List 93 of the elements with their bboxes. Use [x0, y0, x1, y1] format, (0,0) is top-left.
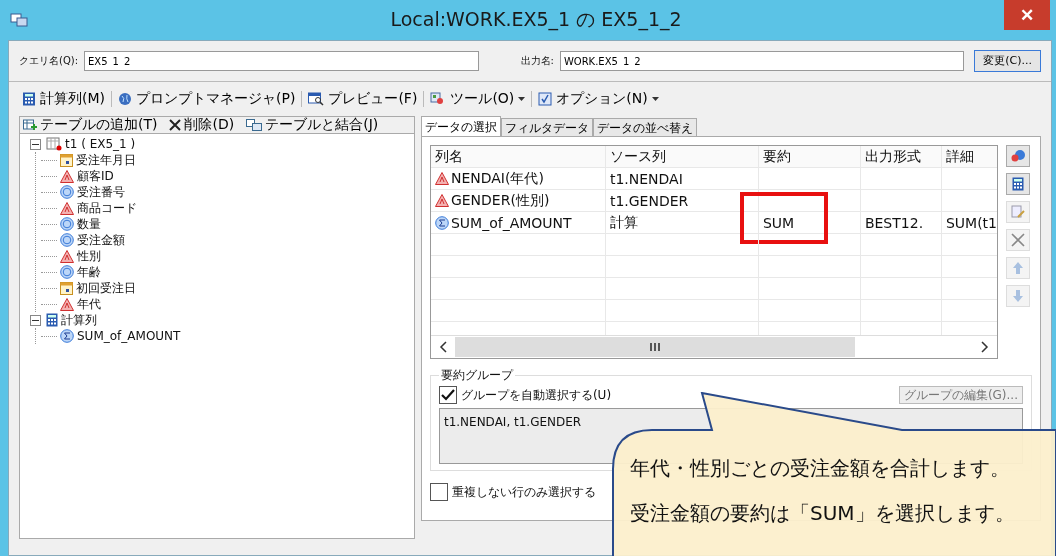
scroll-left-icon[interactable]: [438, 341, 447, 353]
tree-item[interactable]: 数量: [77, 215, 101, 233]
triangle-icon: [60, 169, 74, 183]
toolbar-button[interactable]: プロンプトマネージャ(P): [115, 90, 299, 108]
tab[interactable]: データの並べ替え: [592, 118, 697, 136]
globe-icon: [118, 92, 132, 106]
checkbox[interactable]: [429, 483, 448, 501]
horizontal-scrollbar[interactable]: [430, 335, 997, 358]
arrow-down-icon: [1013, 290, 1023, 302]
group-value: t1.NENDAI, t1.GENDER: [443, 415, 582, 429]
toolbar-button[interactable]: オプション(N): [535, 90, 662, 108]
tab[interactable]: データの選択: [420, 116, 501, 136]
group-title: 要約グループ: [439, 367, 515, 384]
tree-item[interactable]: 顧客ID: [77, 167, 114, 185]
change-button[interactable]: 変更(C)...: [974, 50, 1041, 72]
table-cell: t1.NENDAI: [609, 170, 683, 187]
table-cell: GENDER(性別): [450, 191, 550, 210]
triangle-icon: [434, 194, 449, 207]
toolbar-button[interactable]: テーブルと結合(J): [243, 117, 382, 133]
tree-item[interactable]: 初回受注日: [76, 279, 136, 297]
arrow-up-icon: [1013, 262, 1023, 274]
tree-item[interactable]: 商品コード: [77, 199, 137, 217]
window-icon: [10, 13, 28, 27]
table-cell: SUM(t1: [945, 214, 997, 231]
callout-text: 年代・性別ごとの受注金額を合計します。: [630, 455, 1011, 482]
sigma-icon: [60, 329, 74, 343]
tree-item[interactable]: 受注年月日: [76, 151, 136, 169]
table-cell: SUM: [762, 214, 795, 231]
number-icon: [60, 217, 74, 231]
tree-item[interactable]: 受注番号: [77, 183, 125, 201]
close-button[interactable]: ✕: [1004, 0, 1050, 30]
column-header[interactable]: 出力形式: [860, 146, 942, 167]
table-cell: t1.GENDER: [609, 192, 689, 209]
table-icon: [46, 137, 62, 151]
caret-icon: [518, 97, 526, 101]
output-name-label: 出力名:: [520, 54, 554, 68]
column-header[interactable]: 詳細: [941, 146, 997, 167]
toolbar-button[interactable]: ツール(O): [427, 90, 529, 108]
collapse-toggle[interactable]: [30, 314, 41, 326]
triangle-icon: [60, 201, 74, 215]
calculator-icon: [22, 92, 36, 106]
query-name-label: クエリ名(Q):: [19, 54, 79, 68]
checkbox-label: 重複しない行のみ選択する: [451, 483, 596, 501]
properties-icon: [1010, 149, 1026, 163]
edit-icon: [1011, 205, 1025, 219]
tree-item[interactable]: 受注金額: [77, 231, 125, 249]
tree-item[interactable]: 性別: [77, 247, 101, 265]
calculator-icon: [46, 313, 58, 327]
column-header[interactable]: 要約: [758, 146, 861, 167]
number-icon: [60, 233, 74, 247]
tree-item[interactable]: 計算列: [61, 311, 97, 329]
table-cell: BEST12.: [864, 214, 924, 231]
toolbar-button[interactable]: 削除(D): [166, 117, 238, 133]
toolbar-button[interactable]: 計算列(M): [19, 90, 108, 108]
checkmark-icon: [440, 389, 455, 401]
collapse-toggle[interactable]: [30, 138, 41, 150]
number-icon: [60, 185, 74, 199]
table-cell: 計算: [609, 213, 638, 232]
tree-item[interactable]: 年代: [77, 295, 101, 313]
tree-item[interactable]: t1 ( EX5_1 ): [65, 137, 136, 151]
number-icon: [60, 265, 74, 279]
side-button[interactable]: [1006, 173, 1030, 195]
tree-item[interactable]: 年齢: [77, 263, 101, 281]
calculator-icon: [1012, 177, 1024, 191]
preview-icon: [308, 92, 325, 106]
checkbox-label: グループを自動選択する(U): [460, 386, 612, 404]
scroll-right-icon[interactable]: [981, 341, 989, 353]
delete-icon: [1011, 233, 1025, 247]
table-add-icon: [23, 119, 37, 131]
column-header[interactable]: 列名: [430, 146, 606, 167]
tree-item[interactable]: SUM_of_AMOUNT: [77, 329, 181, 343]
caret-icon: [651, 97, 659, 101]
sigma-icon: [434, 215, 449, 230]
output-name-field[interactable]: WORK.EX5_1_2: [559, 51, 965, 71]
table-cell: NENDAI(年代): [450, 169, 544, 188]
toolbar-button[interactable]: プレビュー(F): [305, 90, 421, 108]
table-join-icon: [246, 119, 263, 131]
calendar-icon: [60, 153, 73, 167]
checkbox[interactable]: [438, 386, 457, 404]
callout-text: 受注金額の要約は「SUM」を選択します。: [630, 500, 1015, 527]
column-header[interactable]: ソース列: [605, 146, 759, 167]
query-name-field[interactable]: EX5_1_2: [84, 51, 479, 71]
options-icon: [538, 92, 553, 106]
window-title: Local:WORK.EX5_1 の EX5_1_2: [389, 7, 683, 33]
delete-icon: [169, 119, 182, 131]
calendar-icon: [60, 281, 73, 295]
table-cell: SUM_of_AMOUNT: [450, 214, 572, 231]
side-button[interactable]: [1006, 145, 1030, 167]
edit-group-button[interactable]: グループの編集(G)...: [898, 386, 1023, 404]
triangle-icon: [434, 172, 449, 185]
tab[interactable]: フィルタデータ: [500, 118, 593, 136]
triangle-icon: [60, 297, 74, 311]
triangle-icon: [60, 249, 74, 263]
